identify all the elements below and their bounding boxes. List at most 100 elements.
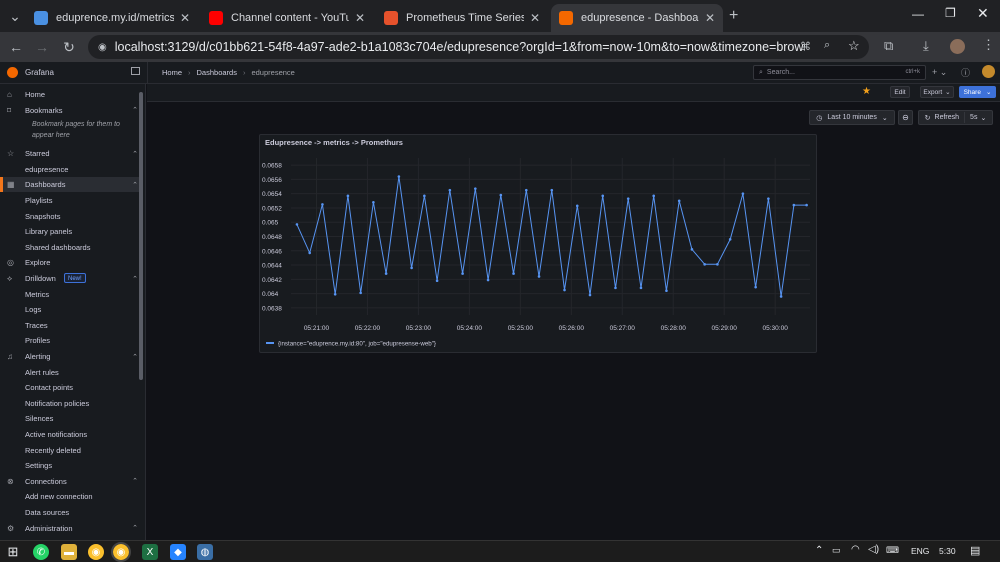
sidebar-item-drilldown[interactable]: ⟡ Drilldown New! ⌃ xyxy=(0,271,140,286)
sidebar-item-settings[interactable]: Settings xyxy=(0,458,140,473)
sidebar-item-silences[interactable]: Silences xyxy=(0,411,140,426)
notification-icon[interactable]: ▤ xyxy=(970,544,980,557)
user-avatar[interactable] xyxy=(982,65,995,78)
forward-icon[interactable]: → xyxy=(31,36,53,58)
chevron-up-icon[interactable]: ⌃ xyxy=(132,524,138,532)
profile-avatar[interactable] xyxy=(950,39,965,54)
time-picker[interactable]: ◷ Last 10 minutes ⌄ xyxy=(809,110,895,125)
sidebar-item-add-new-connection[interactable]: Add new connection xyxy=(0,489,140,504)
refresh-button[interactable]: ↻ Refresh 5s ⌄ xyxy=(918,110,993,125)
sidebar-item-edupresence[interactable]: edupresence xyxy=(0,162,140,177)
translate-icon[interactable]: ⌘ xyxy=(800,40,811,53)
clock-text[interactable]: 5:30 xyxy=(939,546,956,556)
language-indicator[interactable]: ENG xyxy=(911,546,929,556)
edit-button[interactable]: Edit xyxy=(890,86,910,98)
extensions-icon[interactable]: ⧉ xyxy=(884,38,893,54)
minimize-icon[interactable]: — xyxy=(912,7,924,21)
sidebar-item-bookmarks[interactable]: ⌑ Bookmarks ⌃ xyxy=(0,103,140,118)
refresh-interval[interactable]: 5s xyxy=(970,114,977,121)
reload-icon[interactable]: ↻ xyxy=(58,36,80,58)
sidebar-item-explore[interactable]: ◎ Explore xyxy=(0,255,140,270)
browser-tab[interactable]: Channel content - YouTube Stu ✕ xyxy=(201,4,373,32)
sidebar-item-label: edupresence xyxy=(25,164,69,174)
windows-icon[interactable]: ⊞ xyxy=(5,544,21,560)
sidebar-item-profiles[interactable]: Profiles xyxy=(0,333,140,348)
download-icon[interactable]: ⤓ xyxy=(923,38,929,54)
chevron-up-icon[interactable]: ⌃ xyxy=(132,150,138,158)
close-tab-icon[interactable]: ✕ xyxy=(705,11,715,25)
sourcetree-icon[interactable]: ◆ xyxy=(170,544,186,560)
bookmark-star-icon[interactable]: ☆ xyxy=(848,38,860,54)
battery-icon[interactable]: ▭ xyxy=(832,545,841,556)
add-icon[interactable]: + ⌄ xyxy=(932,67,947,78)
sidebar-item-alerting[interactable]: ♫ Alerting ⌃ xyxy=(0,349,140,364)
breadcrumb-home[interactable]: Home xyxy=(162,68,182,77)
sidebar-scrollbar[interactable] xyxy=(139,92,143,380)
sidebar-item-alert-rules[interactable]: Alert rules xyxy=(0,365,140,380)
sidebar-item-administration[interactable]: ⚙ Administration ⌃ xyxy=(0,521,140,536)
sidebar-item-traces[interactable]: Traces xyxy=(0,318,140,333)
back-icon[interactable]: ← xyxy=(5,36,27,58)
chrome-icon[interactable]: ◉ xyxy=(111,542,131,562)
sidebar-item-dashboards[interactable]: ▦ Dashboards ⌃ xyxy=(0,177,140,193)
chevron-up-icon[interactable]: ⌃ xyxy=(132,181,138,189)
site-info-icon[interactable]: ◉ xyxy=(98,42,107,53)
share-button[interactable]: Share ⌄ xyxy=(959,86,996,98)
sidebar-item-snapshots[interactable]: Snapshots xyxy=(0,209,140,224)
chevron-up-icon[interactable]: ⌃ xyxy=(132,477,138,485)
sidebar-item-contact-points[interactable]: Contact points xyxy=(0,380,140,395)
volume-icon[interactable]: ◁) xyxy=(868,544,879,555)
sidebar-item-playlists[interactable]: Playlists xyxy=(0,193,140,208)
close-tab-icon[interactable]: ✕ xyxy=(180,11,190,25)
chevron-up-icon[interactable]: ⌃ xyxy=(132,275,138,283)
data-point xyxy=(792,203,796,207)
zoom-out-icon[interactable]: ⊖ xyxy=(898,110,913,125)
browser-menu-icon[interactable]: ⋮ xyxy=(982,37,995,53)
sidebar-item-starred[interactable]: ☆ Starred ⌃ xyxy=(0,146,140,161)
close-tab-icon[interactable]: ✕ xyxy=(530,11,540,25)
browser-tab[interactable]: Prometheus Time Series Collect ✕ xyxy=(376,4,548,32)
sidebar-item-home[interactable]: ⌂ Home xyxy=(0,87,140,102)
browser-tab[interactable]: edupresence - Dashboards - Gr ✕ xyxy=(551,4,723,32)
restore-icon[interactable]: ❐ xyxy=(945,6,956,20)
address-bar[interactable]: ◉ localhost:3129/d/c01bb621-54f8-4a97-ad… xyxy=(88,35,869,59)
wifi-icon[interactable]: ◠ xyxy=(851,544,860,555)
sidebar-item-metrics[interactable]: Metrics xyxy=(0,287,140,302)
grafana-topbar: Grafana Home › Dashboards › edupresence … xyxy=(0,62,1000,84)
sidebar-item-active-notifications[interactable]: Active notifications xyxy=(0,427,140,442)
sidebar-item-logs[interactable]: Logs xyxy=(0,302,140,317)
whatsapp-icon[interactable]: ✆ xyxy=(33,544,49,560)
new-tab-button[interactable]: + xyxy=(729,7,738,25)
close-window-icon[interactable]: ✕ xyxy=(977,5,989,22)
grafana-logo-icon[interactable] xyxy=(7,67,18,78)
keyboard-icon[interactable]: ⌨ xyxy=(886,545,899,556)
sidebar-item-data-sources[interactable]: Data sources xyxy=(0,505,140,520)
close-tab-icon[interactable]: ✕ xyxy=(355,11,365,25)
file-explorer-icon[interactable]: ▬ xyxy=(61,544,77,560)
export-button[interactable]: Export ⌄ xyxy=(920,86,954,98)
browser-tab[interactable]: eduprence.my.id/metrics ✕ xyxy=(26,4,198,32)
search-input[interactable]: ⌕ Search... ctrl+k xyxy=(753,65,926,80)
zoom-icon[interactable]: ⌕ xyxy=(824,39,830,52)
sidebar-item-library-panels[interactable]: Library panels xyxy=(0,224,140,239)
chevron-up-icon[interactable]: ⌃ xyxy=(132,106,138,114)
tab-search-icon[interactable]: ⌄ xyxy=(4,5,26,27)
help-icon[interactable]: ⓘ xyxy=(961,66,970,79)
y-tick-label: 0.0638 xyxy=(262,305,282,312)
sidebar-item-connections[interactable]: ⊗ Connections ⌃ xyxy=(0,474,140,489)
breadcrumb-dashboards[interactable]: Dashboards xyxy=(197,68,237,77)
chrome-icon[interactable]: ◉ xyxy=(88,544,104,560)
chevron-up-icon[interactable]: ⌃ xyxy=(132,353,138,361)
sidebar-item-notification-policies[interactable]: Notification policies xyxy=(0,396,140,411)
search-icon: ⌕ xyxy=(759,68,763,76)
sidebar-item-recently-deleted[interactable]: Recently deleted xyxy=(0,443,140,458)
youtube-icon xyxy=(209,11,223,25)
app-icon[interactable]: ◍ xyxy=(197,544,213,560)
excel-icon[interactable]: X xyxy=(142,544,158,560)
favorite-star-icon[interactable]: ★ xyxy=(862,86,871,97)
dock-menu-icon[interactable] xyxy=(131,67,140,75)
data-point xyxy=(295,223,299,226)
tray-chevron-icon[interactable]: ⌃ xyxy=(815,545,823,556)
timeseries-panel[interactable]: Edupresence -> metrics -> Promethurs 0.0… xyxy=(259,134,817,353)
sidebar-item-shared-dashboards[interactable]: Shared dashboards xyxy=(0,240,140,255)
